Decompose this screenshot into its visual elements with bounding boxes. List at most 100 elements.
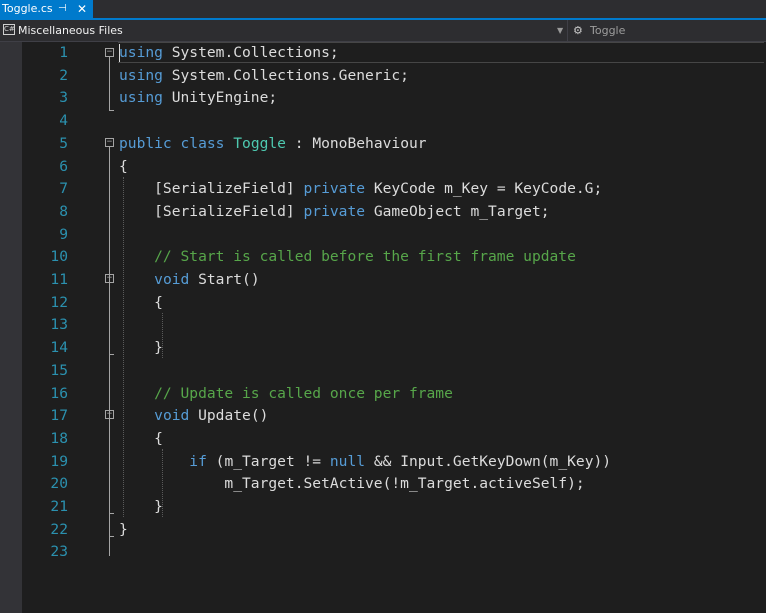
code-token: Start() (189, 271, 260, 288)
code-line[interactable]: 10 // Start is called before the first f… (0, 246, 766, 269)
code-text[interactable]: } (119, 519, 128, 542)
code-line[interactable]: 18 { (0, 428, 766, 451)
navigation-bar: C# Miscellaneous Files ▼ ⚙ Toggle (0, 20, 766, 42)
line-number: 14 (50, 339, 68, 357)
tab-toggle-cs[interactable]: Toggle.cs ⊣ ✕ (0, 0, 93, 18)
code-token: KeyCode m_Key = KeyCode.G; (365, 180, 603, 198)
code-text[interactable]: using UnityEngine; (119, 87, 277, 110)
code-line[interactable]: 12 { (0, 292, 766, 315)
line-number: 19 (50, 452, 68, 470)
code-token: { (119, 293, 163, 311)
line-number: 6 (59, 157, 68, 175)
code-line[interactable]: 3 using UnityEngine; (0, 87, 766, 110)
code-line[interactable]: 21 } (0, 496, 766, 519)
code-text[interactable]: { (119, 428, 163, 451)
line-number: 3 (59, 89, 68, 107)
code-text[interactable]: using System.Collections; (119, 42, 339, 65)
tab-title: Toggle.cs (2, 2, 53, 15)
document-tab-strip: Toggle.cs ⊣ ✕ (0, 0, 766, 20)
code-line[interactable]: 7 [SerializeField] private KeyCode m_Key… (0, 178, 766, 201)
code-line[interactable]: 6{ (0, 156, 766, 179)
code-text[interactable]: } (119, 496, 163, 519)
code-text[interactable]: [SerializeField] private GameObject m_Ta… (119, 201, 549, 224)
member-dropdown[interactable]: ⚙ Toggle (570, 20, 766, 41)
project-label: Miscellaneous Files (18, 24, 123, 37)
pin-icon[interactable]: ⊣ (58, 0, 67, 18)
code-token: } (119, 339, 163, 357)
code-line[interactable]: 17 void Update() (0, 405, 766, 428)
code-line[interactable]: 19 if (m_Target != null && Input.GetKeyD… (0, 451, 766, 474)
code-text[interactable]: [SerializeField] private KeyCode m_Key =… (119, 178, 602, 201)
code-line[interactable]: 4 (0, 110, 766, 133)
line-number: 17 (50, 407, 68, 425)
close-icon[interactable]: ✕ (77, 0, 87, 18)
code-text[interactable]: } (119, 337, 163, 360)
line-number: 12 (50, 293, 68, 311)
code-token: } (119, 498, 163, 515)
code-token: if (189, 452, 207, 470)
code-line[interactable]: 11 void Start() (0, 269, 766, 292)
code-line[interactable]: 16 // Update is called once per frame (0, 383, 766, 406)
code-line[interactable]: 23 (0, 541, 766, 564)
code-text[interactable]: using System.Collections.Generic; (119, 65, 409, 88)
line-number: 10 (50, 248, 68, 266)
line-number: 5 (59, 134, 68, 152)
code-text[interactable]: { (119, 292, 163, 315)
line-number: 9 (59, 225, 68, 243)
code-token: } (119, 520, 128, 538)
line-number: 1 (59, 44, 68, 61)
code-token: class (180, 134, 225, 152)
code-token: Toggle (233, 134, 286, 152)
line-number: 4 (59, 112, 68, 130)
line-number: 11 (50, 271, 68, 288)
line-number: 23 (50, 543, 68, 561)
code-text[interactable]: if (m_Target != null && Input.GetKeyDown… (119, 451, 611, 474)
code-line[interactable]: 14 } (0, 337, 766, 360)
code-line[interactable]: 13 (0, 314, 766, 337)
code-token: private (303, 202, 366, 220)
project-dropdown[interactable]: C# Miscellaneous Files ▼ (0, 20, 568, 41)
code-token: null (329, 452, 366, 470)
code-text[interactable]: public class Toggle : MonoBehaviour (119, 133, 427, 156)
code-token: private (303, 180, 366, 198)
code-line[interactable]: 5 public class Toggle : MonoBehaviour (0, 133, 766, 156)
code-token: // Update is called once per frame (119, 384, 453, 402)
code-token: { (119, 429, 163, 447)
code-token: { (119, 157, 128, 175)
code-token: : MonoBehaviour (285, 134, 427, 152)
code-line[interactable]: 20 m_Target.SetActive(!m_Target.activeSe… (0, 473, 766, 496)
code-line[interactable]: 22} (0, 519, 766, 542)
code-line[interactable]: 2 using System.Collections.Generic; (0, 65, 766, 88)
csharp-file-icon: C# (3, 24, 15, 35)
code-token: using (119, 44, 163, 61)
code-token: System.Collections.Generic; (162, 66, 409, 84)
code-line[interactable]: 9 (0, 224, 766, 247)
code-text[interactable]: void Start() (119, 269, 260, 292)
code-line[interactable]: 15 (0, 360, 766, 383)
code-text[interactable]: { (119, 156, 128, 179)
code-token: System.Collections; (162, 44, 339, 61)
chevron-down-icon[interactable]: ▼ (557, 20, 563, 41)
class-member-icon: ⚙ (573, 24, 583, 37)
line-number: 7 (59, 180, 68, 198)
code-text[interactable]: void Update() (119, 405, 268, 428)
line-number: 13 (50, 316, 68, 334)
code-token: Update() (189, 407, 269, 425)
code-text[interactable]: // Update is called once per frame (119, 383, 453, 406)
code-token: // Start is called before the first fram… (119, 248, 576, 266)
line-number: 15 (50, 361, 68, 379)
line-number: 16 (50, 384, 68, 402)
code-token: [SerializeField] (119, 180, 304, 198)
code-editor[interactable]: − − − − 1 using System.Collections; 2 using… (0, 42, 766, 613)
code-text[interactable]: m_Target.SetActive(!m_Target.activeSelf)… (119, 473, 584, 496)
code-token: void (154, 271, 190, 288)
code-text[interactable]: // Start is called before the first fram… (119, 246, 576, 269)
line-number: 8 (59, 202, 68, 220)
code-line[interactable]: 8 [SerializeField] private GameObject m_… (0, 201, 766, 224)
code-line[interactable]: 1 using System.Collections; (0, 42, 766, 65)
code-token: void (154, 407, 190, 425)
